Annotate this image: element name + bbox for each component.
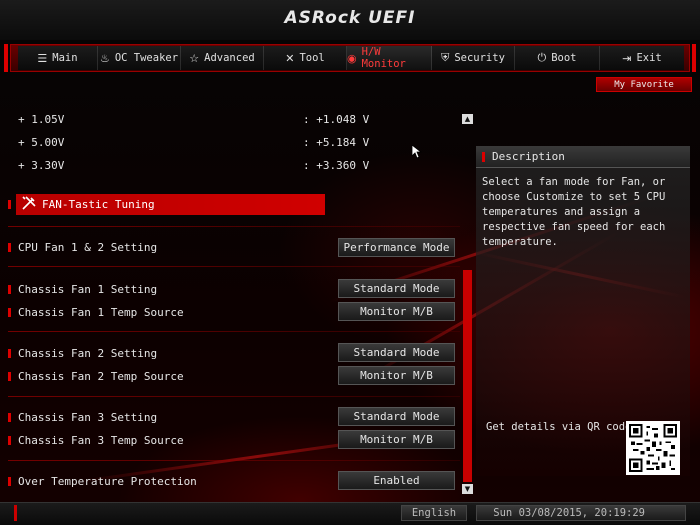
scroll-up-arrow-icon[interactable]: ▲: [462, 114, 473, 124]
over-temperature-protection-label: Over Temperature Protection: [18, 474, 197, 488]
exit-icon: ⇥: [622, 51, 632, 65]
fan-tastic-tuning-button[interactable]: FAN-Tastic Tuning: [16, 194, 325, 215]
qr-code-label: Get details via QR code: [486, 421, 632, 433]
tab-hw-monitor[interactable]: ◉ H/W Monitor: [347, 46, 432, 70]
row-marker: [8, 477, 11, 486]
flame-icon: ♨: [99, 51, 110, 65]
voltage-row: 5.00V : +5.184 V: [18, 134, 369, 150]
tab-label: H/W Monitor: [361, 46, 406, 70]
row-marker: [8, 413, 11, 422]
chassis-fan-2-temp-source-label: Chassis Fan 2 Temp Source: [18, 369, 184, 383]
chassis-fan-3-temp-source-button[interactable]: Monitor M/B: [338, 430, 455, 449]
language-button[interactable]: English: [401, 505, 467, 521]
status-bar-edge: [14, 505, 17, 521]
chassis-fan-2-temp-source-button[interactable]: Monitor M/B: [338, 366, 455, 385]
divider: [8, 331, 460, 332]
voltage-label: 1.05V: [18, 113, 298, 126]
over-temperature-protection-button[interactable]: Enabled: [338, 471, 455, 490]
tab-exit[interactable]: ⇥ Exit: [600, 46, 684, 70]
cpu-fan-setting-button[interactable]: Performance Mode: [338, 238, 455, 257]
row-marker: [8, 285, 11, 294]
row-marker: [8, 243, 11, 252]
row-marker: [8, 200, 11, 209]
row-marker: [8, 349, 11, 358]
description-header: Description: [476, 146, 690, 168]
tab-bar-edge: [692, 44, 696, 72]
divider: [8, 226, 460, 227]
tab-label: Boot: [551, 52, 577, 64]
mouse-cursor-icon: [412, 145, 422, 159]
tools-icon: ✕: [285, 51, 295, 65]
voltage-value: : +1.048 V: [303, 112, 370, 126]
tab-label: Security: [454, 52, 505, 64]
chassis-fan-1-temp-source-label: Chassis Fan 1 Temp Source: [18, 305, 184, 319]
star-icon: ☆: [189, 51, 200, 65]
monitor-icon: ◉: [347, 51, 357, 65]
row-marker: [8, 308, 11, 317]
tab-bar-edge: [4, 44, 8, 72]
voltage-label: 3.30V: [18, 159, 298, 172]
tab-label: OC Tweaker: [114, 52, 179, 64]
tab-label: Advanced: [204, 52, 255, 64]
tab-security[interactable]: ⛨ Security: [432, 46, 515, 70]
tab-main[interactable]: ☰ Main: [18, 46, 98, 70]
section-label: FAN-Tastic Tuning: [42, 198, 155, 211]
list-icon: ☰: [37, 51, 48, 65]
cpu-fan-setting-label: CPU Fan 1 & 2 Setting: [18, 240, 158, 254]
tab-boot[interactable]: ⏻ Boot: [515, 46, 600, 70]
voltage-label: 5.00V: [18, 136, 298, 149]
power-icon: ⏻: [537, 51, 547, 64]
datetime-display: Sun 03/08/2015, 20:19:29: [476, 505, 686, 521]
row-marker: [8, 372, 11, 381]
divider: [8, 396, 460, 397]
qr-code: [626, 421, 680, 475]
tab-label: Tool: [299, 52, 325, 64]
tab-advanced[interactable]: ☆ Advanced: [181, 46, 264, 70]
header-marker: [482, 152, 485, 162]
tab-label: Main: [52, 52, 78, 64]
wrench-screwdriver-icon: [22, 196, 36, 213]
title-bar: ASRock UEFI: [0, 0, 700, 40]
voltage-value: : +5.184 V: [303, 135, 370, 149]
description-title: Description: [492, 150, 565, 163]
chassis-fan-3-temp-source-label: Chassis Fan 3 Temp Source: [18, 433, 184, 447]
description-text: Select a fan mode for Fan, or choose Cus…: [482, 176, 666, 248]
chassis-fan-2-setting-button[interactable]: Standard Mode: [338, 343, 455, 362]
asrock-uefi-logo: ASRock UEFI: [284, 8, 416, 28]
chassis-fan-1-temp-source-button[interactable]: Monitor M/B: [338, 302, 455, 321]
voltage-value: : +3.360 V: [303, 158, 370, 172]
tab-label: Exit: [636, 52, 662, 64]
voltage-row: 3.30V : +3.360 V: [18, 157, 369, 173]
chassis-fan-3-setting-label: Chassis Fan 3 Setting: [18, 410, 158, 424]
chassis-fan-3-setting-button[interactable]: Standard Mode: [338, 407, 455, 426]
voltage-row: 1.05V : +1.048 V: [18, 111, 369, 127]
tab-oc-tweaker[interactable]: ♨ OC Tweaker: [98, 46, 181, 70]
tab-tool[interactable]: ✕ Tool: [264, 46, 347, 70]
row-marker: [8, 436, 11, 445]
divider: [8, 460, 460, 461]
my-favorite-button[interactable]: My Favorite: [596, 77, 692, 92]
chassis-fan-1-setting-label: Chassis Fan 1 Setting: [18, 282, 158, 296]
scrollbar-thumb[interactable]: [463, 270, 472, 482]
divider: [8, 266, 460, 267]
scroll-down-arrow-icon[interactable]: ▼: [462, 484, 473, 494]
chassis-fan-1-setting-button[interactable]: Standard Mode: [338, 279, 455, 298]
chassis-fan-2-setting-label: Chassis Fan 2 Setting: [18, 346, 158, 360]
qr-code-icon: [629, 424, 677, 472]
shield-icon: ⛨: [441, 51, 450, 64]
